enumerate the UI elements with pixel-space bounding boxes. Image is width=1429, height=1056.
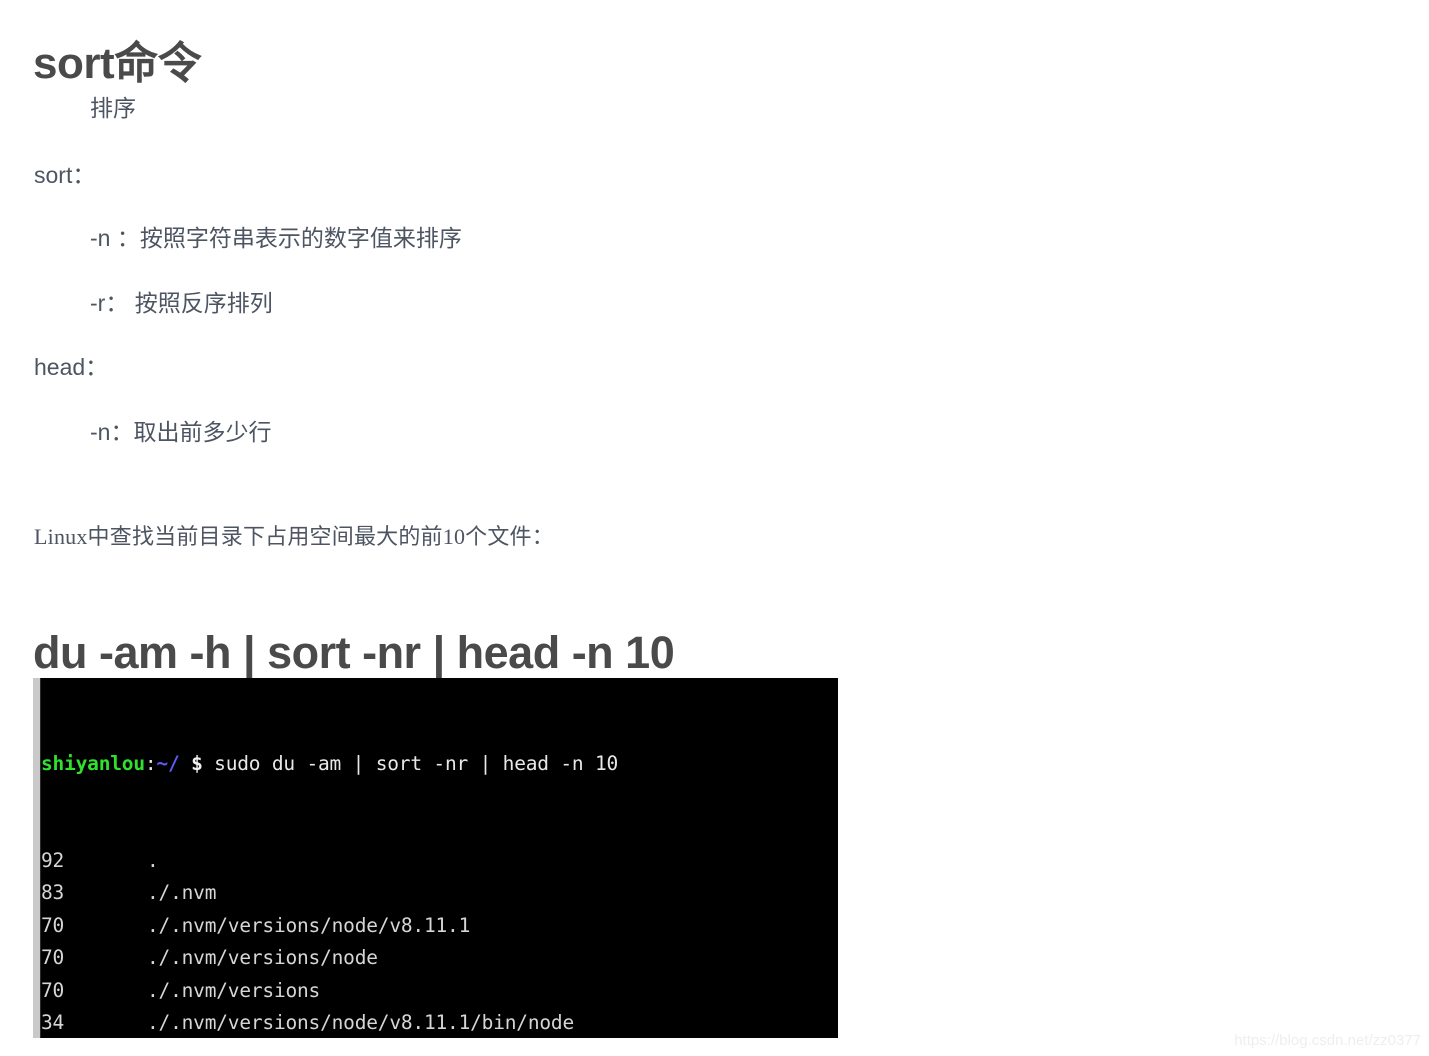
intro-line: Linux中查找当前目录下占用空间最大的前10个文件： (34, 524, 554, 549)
output-path: ./.nvm/versions/node/v8.11.1 (147, 913, 471, 937)
terminal-output-row: 92. (41, 845, 838, 877)
terminal-result-rows: 92. 83 ./.nvm 70 ./.nvm/versions/node/v8.11.… (41, 845, 838, 1038)
terminal-output-row: 70 ./.nvm/versions (41, 975, 838, 1007)
subtitle-text: 排序 (90, 95, 136, 121)
terminal-output-row: 70 ./.nvm/versions/node/v8.11.1 (41, 910, 838, 942)
output-path: . (147, 849, 159, 873)
output-path: ./.nvm/versions/node/v8.11.1/bin/node (147, 1010, 574, 1034)
output-size: 70 (41, 946, 65, 970)
page-root: sort命令 排序 sort： -n ：按照字符串表示的数字值来排序 -r： 按… (0, 0, 1429, 1056)
terminal-scrollbar[interactable] (33, 678, 41, 1038)
sort-option-n: -n ：按照字符串表示的数字值来排序 (90, 225, 462, 251)
terminal-output-row: 83 ./.nvm (41, 877, 838, 909)
terminal-command: sudo du -am | sort -nr | head -n 10 (214, 751, 619, 775)
output-size: 92 (41, 849, 65, 873)
watermark: https://blog.csdn.net/zz0377 (1234, 1032, 1421, 1049)
terminal-output-row: 70 ./.nvm/versions/node (41, 942, 838, 974)
output-size: 70 (41, 913, 65, 937)
head-label: head： (34, 354, 109, 380)
output-size: 70 (41, 978, 65, 1002)
prompt-colon: : (144, 751, 157, 775)
output-path: ./.nvm (147, 881, 217, 905)
output-size: 83 (41, 881, 65, 905)
output-path: ./.nvm/versions/node (147, 946, 378, 970)
sort-option-r: -r： 按照反序排列 (90, 290, 273, 316)
output-path: ./.nvm/versions (147, 978, 321, 1002)
terminal-output-area: shiyanlou:~/ $ sudo du -am | sort -nr | … (41, 683, 838, 1038)
prompt-sigil: $ (191, 751, 203, 775)
output-size: 34 (41, 1010, 65, 1034)
terminal-prompt-line: shiyanlou:~/ $ sudo du -am | sort -nr | … (41, 748, 838, 780)
head-option-n: -n：取出前多少行 (90, 419, 272, 445)
prompt-user: shiyanlou (41, 751, 145, 775)
page-title: sort命令 (33, 39, 202, 89)
terminal-screenshot: shiyanlou:~/ $ sudo du -am | sort -nr | … (33, 678, 838, 1038)
terminal-output-row: 34 ./.nvm/versions/node/v8.11.1/bin/node (41, 1007, 838, 1038)
sort-label: sort： (34, 162, 96, 188)
prompt-path: ~/ (156, 751, 180, 775)
command-heading: du -am -h | sort -nr | head -n 10 (33, 627, 675, 679)
